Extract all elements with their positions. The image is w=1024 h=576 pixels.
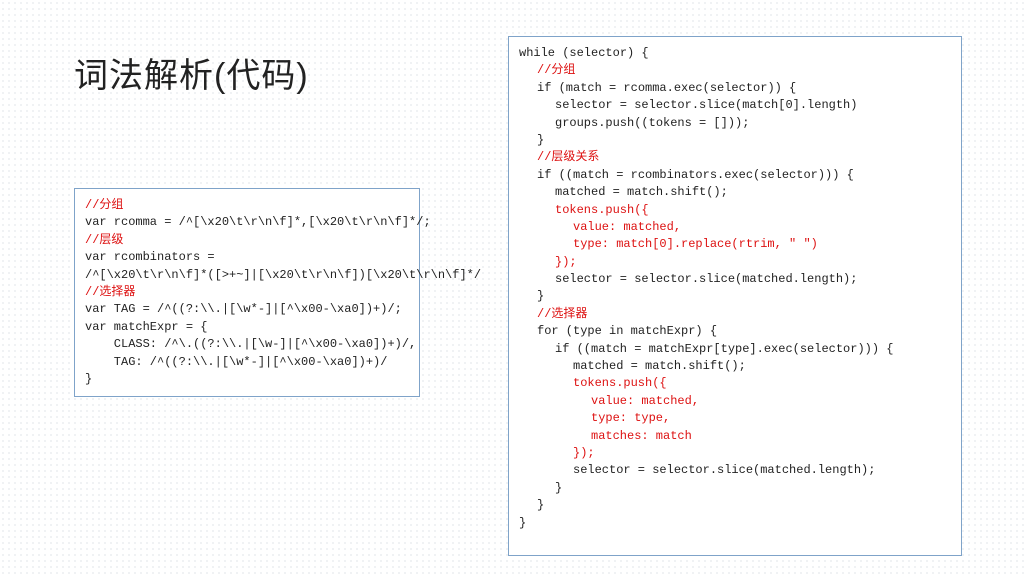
code-box-left: //分组 var rcomma = /^[\x20\t\r\n\f]*,[\x2… xyxy=(74,188,420,397)
code-line: } xyxy=(519,480,562,497)
code-line: selector = selector.slice(matched.length… xyxy=(519,271,857,288)
comment-group: 分组 xyxy=(551,63,575,77)
code-line: type: type, xyxy=(519,410,670,427)
code-line: }); xyxy=(519,254,577,271)
code-line: }); xyxy=(519,445,595,462)
code-line: var matchExpr = { xyxy=(85,320,207,334)
code-line: } xyxy=(519,516,526,530)
code-line: /^[\x20\t\r\n\f]*([>+~]|[\x20\t\r\n\f])[… xyxy=(85,268,481,282)
code-line: var rcomma = /^[\x20\t\r\n\f]*,[\x20\t\r… xyxy=(85,215,431,229)
code-line: matched = match.shift(); xyxy=(519,358,746,375)
comment-slash: // xyxy=(85,233,99,247)
code-line: value: matched, xyxy=(519,219,681,236)
code-line: var rcombinators = xyxy=(85,250,215,264)
code-line: matches: match xyxy=(519,428,692,445)
slide: 词法解析(代码) //分组 var rcomma = /^[\x20\t\r\n… xyxy=(0,0,1024,576)
code-line: tokens.push({ xyxy=(519,375,667,392)
comment-selector: 选择器 xyxy=(99,285,135,299)
comment-slash: // xyxy=(537,150,551,164)
code-line: selector = selector.slice(matched.length… xyxy=(519,462,875,479)
code-line: value: matched, xyxy=(519,393,699,410)
code-line: if (match = rcomma.exec(selector)) { xyxy=(519,80,796,97)
code-line: TAG: /^((?:\\.|[\w*-]|[^\x00-\xa0])+)/ xyxy=(85,355,387,369)
code-line: groups.push((tokens = [])); xyxy=(519,115,749,132)
comment-slash: // xyxy=(85,285,99,299)
comment-slash: // xyxy=(85,198,99,212)
comment-level-rel: 层级关系 xyxy=(551,150,599,164)
code-line: } xyxy=(85,372,92,386)
code-line: if ((match = matchExpr[type].exec(select… xyxy=(519,341,893,358)
code-line: for (type in matchExpr) { xyxy=(519,323,717,340)
code-line: selector = selector.slice(match[0].lengt… xyxy=(519,97,857,114)
code-line: type: match[0].replace(rtrim, " ") xyxy=(519,236,818,253)
code-line: tokens.push({ xyxy=(519,202,649,219)
code-line: } xyxy=(519,288,544,305)
code-line: while (selector) { xyxy=(519,46,649,60)
code-box-right: while (selector) { //分组 if (match = rcom… xyxy=(508,36,962,556)
code-line: } xyxy=(519,132,544,149)
comment-group: 分组 xyxy=(99,198,123,212)
code-line: if ((match = rcombinators.exec(selector)… xyxy=(519,167,854,184)
comment-selector: 选择器 xyxy=(551,307,587,321)
comment-slash: // xyxy=(537,63,551,77)
comment-level: 层级 xyxy=(99,233,123,247)
slide-title: 词法解析(代码) xyxy=(74,48,309,97)
code-line: CLASS: /^\.((?:\\.|[\w-]|[^\x00-\xa0])+)… xyxy=(85,337,416,351)
code-line: } xyxy=(519,497,544,514)
code-line: var TAG = /^((?:\\.|[\w*-]|[^\x00-\xa0])… xyxy=(85,302,402,316)
comment-slash: // xyxy=(537,307,551,321)
code-line: matched = match.shift(); xyxy=(519,184,728,201)
